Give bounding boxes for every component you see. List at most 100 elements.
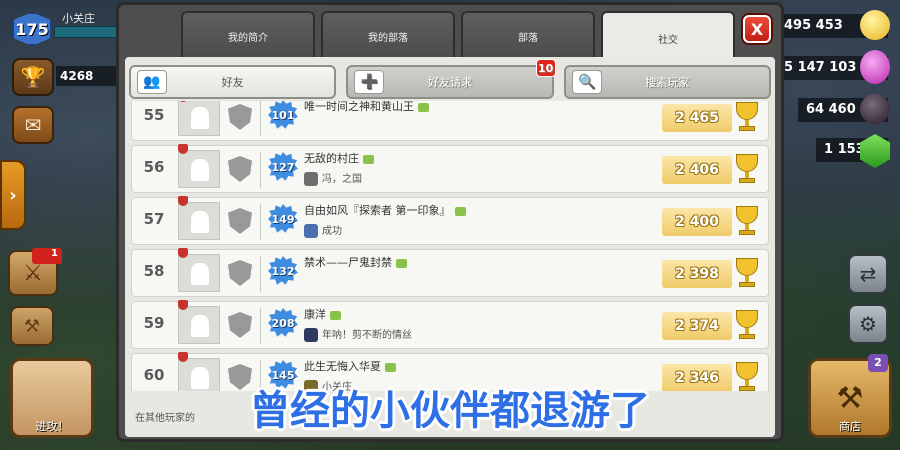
player-name: 小关庄: [62, 12, 95, 25]
settings-gear-icon[interactable]: ⚙: [848, 304, 888, 344]
friend-name-row[interactable]: 禁术——尸鬼封禁: [304, 254, 407, 270]
league-flag-icon: [178, 352, 188, 362]
friends-icon: 👥: [137, 70, 167, 94]
friend-name: 禁术——尸鬼封禁: [304, 256, 392, 269]
clan-shield-icon: [228, 312, 252, 338]
list-item[interactable]: 58 132 禁术——尸鬼封禁 2 398: [131, 248, 769, 297]
friend-trophies: 2 374: [662, 312, 732, 340]
xp-level-badge: 101: [268, 101, 298, 129]
subtab-requests-label: 好友请求: [427, 76, 472, 89]
friend-clan-row: 成功: [304, 222, 342, 238]
friend-rank: 58: [143, 262, 165, 280]
xp-level-badge: 127: [268, 152, 298, 181]
clan-badge-icon: [304, 224, 318, 238]
list-item[interactable]: 57 149 自由如风『探索者 第一印象』 成功 2 400: [131, 196, 769, 245]
friend-name-row[interactable]: 自由如风『探索者 第一印象』: [304, 202, 466, 218]
subtab-friends-label: 好友: [221, 76, 244, 89]
trophy-icon: [732, 308, 762, 342]
friend-clan: 冯，之国: [322, 174, 362, 185]
tab-my-clan[interactable]: 我的部落: [321, 11, 455, 59]
xp-level-badge: 208: [268, 308, 298, 337]
clan-shield-icon: [228, 260, 252, 286]
switch-village-icon[interactable]: ⇄: [848, 254, 888, 294]
friend-name: 自由如风『探索者 第一印象』: [304, 204, 451, 217]
mail-icon[interactable]: ✉: [12, 106, 54, 144]
league-flag-icon: [178, 248, 188, 258]
subtab-search-label: 搜索玩家: [645, 76, 690, 89]
trophy-icon: [732, 204, 762, 238]
friend-clan-row: 冯，之国: [304, 170, 362, 186]
avatar: [178, 202, 220, 240]
league-flag-icon: [178, 144, 188, 154]
dark-elixir-icon: [860, 94, 890, 124]
video-caption: 曾经的小伙伴都退游了: [250, 388, 650, 434]
friend-trophies: 2 398: [662, 260, 732, 288]
league-flag-icon: [178, 300, 188, 310]
clan-shield-icon: [228, 208, 252, 234]
tab-my-profile[interactable]: 我的简介: [181, 11, 315, 59]
builder-button[interactable]: ⚒: [10, 306, 54, 346]
chat-icon[interactable]: [363, 154, 374, 164]
avatar: [178, 101, 220, 136]
friend-name-row[interactable]: 无敌的村庄: [304, 150, 374, 166]
search-player-icon: 🔍: [571, 70, 602, 94]
elixir-icon: [860, 50, 890, 84]
friend-name-row[interactable]: 唯一时间之神和黄山王: [304, 101, 429, 114]
friend-trophies: 2 400: [662, 208, 732, 236]
friend-clan: 年呐！剪不断的情丝: [322, 330, 412, 341]
shop-badge: 2: [868, 354, 888, 372]
chat-icon[interactable]: [454, 206, 466, 216]
subtab-friend-requests[interactable]: ➕ 好友请求 10: [346, 59, 556, 99]
avatar: [178, 306, 220, 344]
friend-trophies: 2 406: [662, 156, 732, 184]
list-item[interactable]: 59 208 康洋 年呐！剪不断的情丝 2 374: [131, 300, 769, 349]
trophy-icon: [732, 101, 762, 134]
friend-requests-badge: 10: [535, 59, 556, 77]
social-panel: 我的简介 我的部落 部落 社交 X 👥 好友 ➕ 好友请求 10 🔍 搜索玩家 …: [116, 2, 784, 442]
friend-rank: 55: [143, 106, 165, 124]
friend-name-row[interactable]: 康洋: [304, 306, 341, 322]
xp-bar: [54, 26, 120, 38]
close-button[interactable]: X: [743, 15, 771, 43]
clan-war-badge: 1: [32, 248, 62, 264]
trophy-icon: [732, 152, 762, 186]
league-flag-icon: [178, 196, 188, 206]
subtab-search-players[interactable]: 🔍 搜索玩家: [563, 65, 771, 99]
add-friend-icon: ➕: [354, 70, 385, 94]
clan-shield-icon: [228, 156, 252, 182]
expand-arrow-button[interactable]: ›: [0, 160, 26, 230]
panel-tabs: 我的简介 我的部落 部落 社交: [181, 11, 735, 63]
social-subtabs: 👥 好友 ➕ 好友请求 10 🔍 搜索玩家: [129, 59, 771, 99]
avatar: [178, 150, 220, 188]
chat-icon[interactable]: [418, 102, 429, 112]
friend-clan-row: 年呐！剪不断的情丝: [304, 326, 412, 342]
friend-rank: 56: [143, 158, 165, 176]
friend-rank: 57: [143, 210, 165, 228]
friends-list[interactable]: 55 101 唯一时间之神和黄山王 2 465 56 127 无敌的村庄 冯，之…: [131, 101, 769, 391]
friend-name: 康洋: [304, 308, 326, 321]
chat-icon[interactable]: [385, 362, 396, 372]
tab-clans[interactable]: 部落: [461, 11, 595, 59]
friend-rank: 59: [143, 314, 165, 332]
gold-icon: [860, 10, 890, 40]
friend-name: 此生无悔入华夏: [304, 360, 381, 373]
friend-name-row[interactable]: 此生无悔入华夏: [304, 358, 396, 374]
subtab-friends[interactable]: 👥 好友: [129, 65, 337, 99]
xp-level-badge: 149: [268, 204, 298, 233]
trophy-icon: [732, 256, 762, 290]
clan-shield-icon: [228, 104, 252, 130]
trophy-count: 4268: [56, 66, 120, 86]
clan-badge-icon: [304, 328, 318, 342]
friend-trophies: 2 465: [662, 104, 732, 132]
avatar: [178, 254, 220, 292]
list-item[interactable]: 55 101 唯一时间之神和黄山王 2 465: [131, 101, 769, 141]
tab-social[interactable]: 社交: [601, 11, 735, 63]
friend-name: 无敌的村庄: [304, 152, 359, 165]
friend-name: 唯一时间之神和黄山王: [304, 101, 414, 113]
list-item[interactable]: 56 127 无敌的村庄 冯，之国 2 406: [131, 144, 769, 193]
trophy-icon[interactable]: 🏆: [12, 58, 54, 96]
chat-icon[interactable]: [330, 310, 341, 320]
xp-level-badge: 132: [268, 256, 298, 285]
clan-badge-icon: [304, 172, 318, 186]
chat-icon[interactable]: [396, 258, 407, 268]
